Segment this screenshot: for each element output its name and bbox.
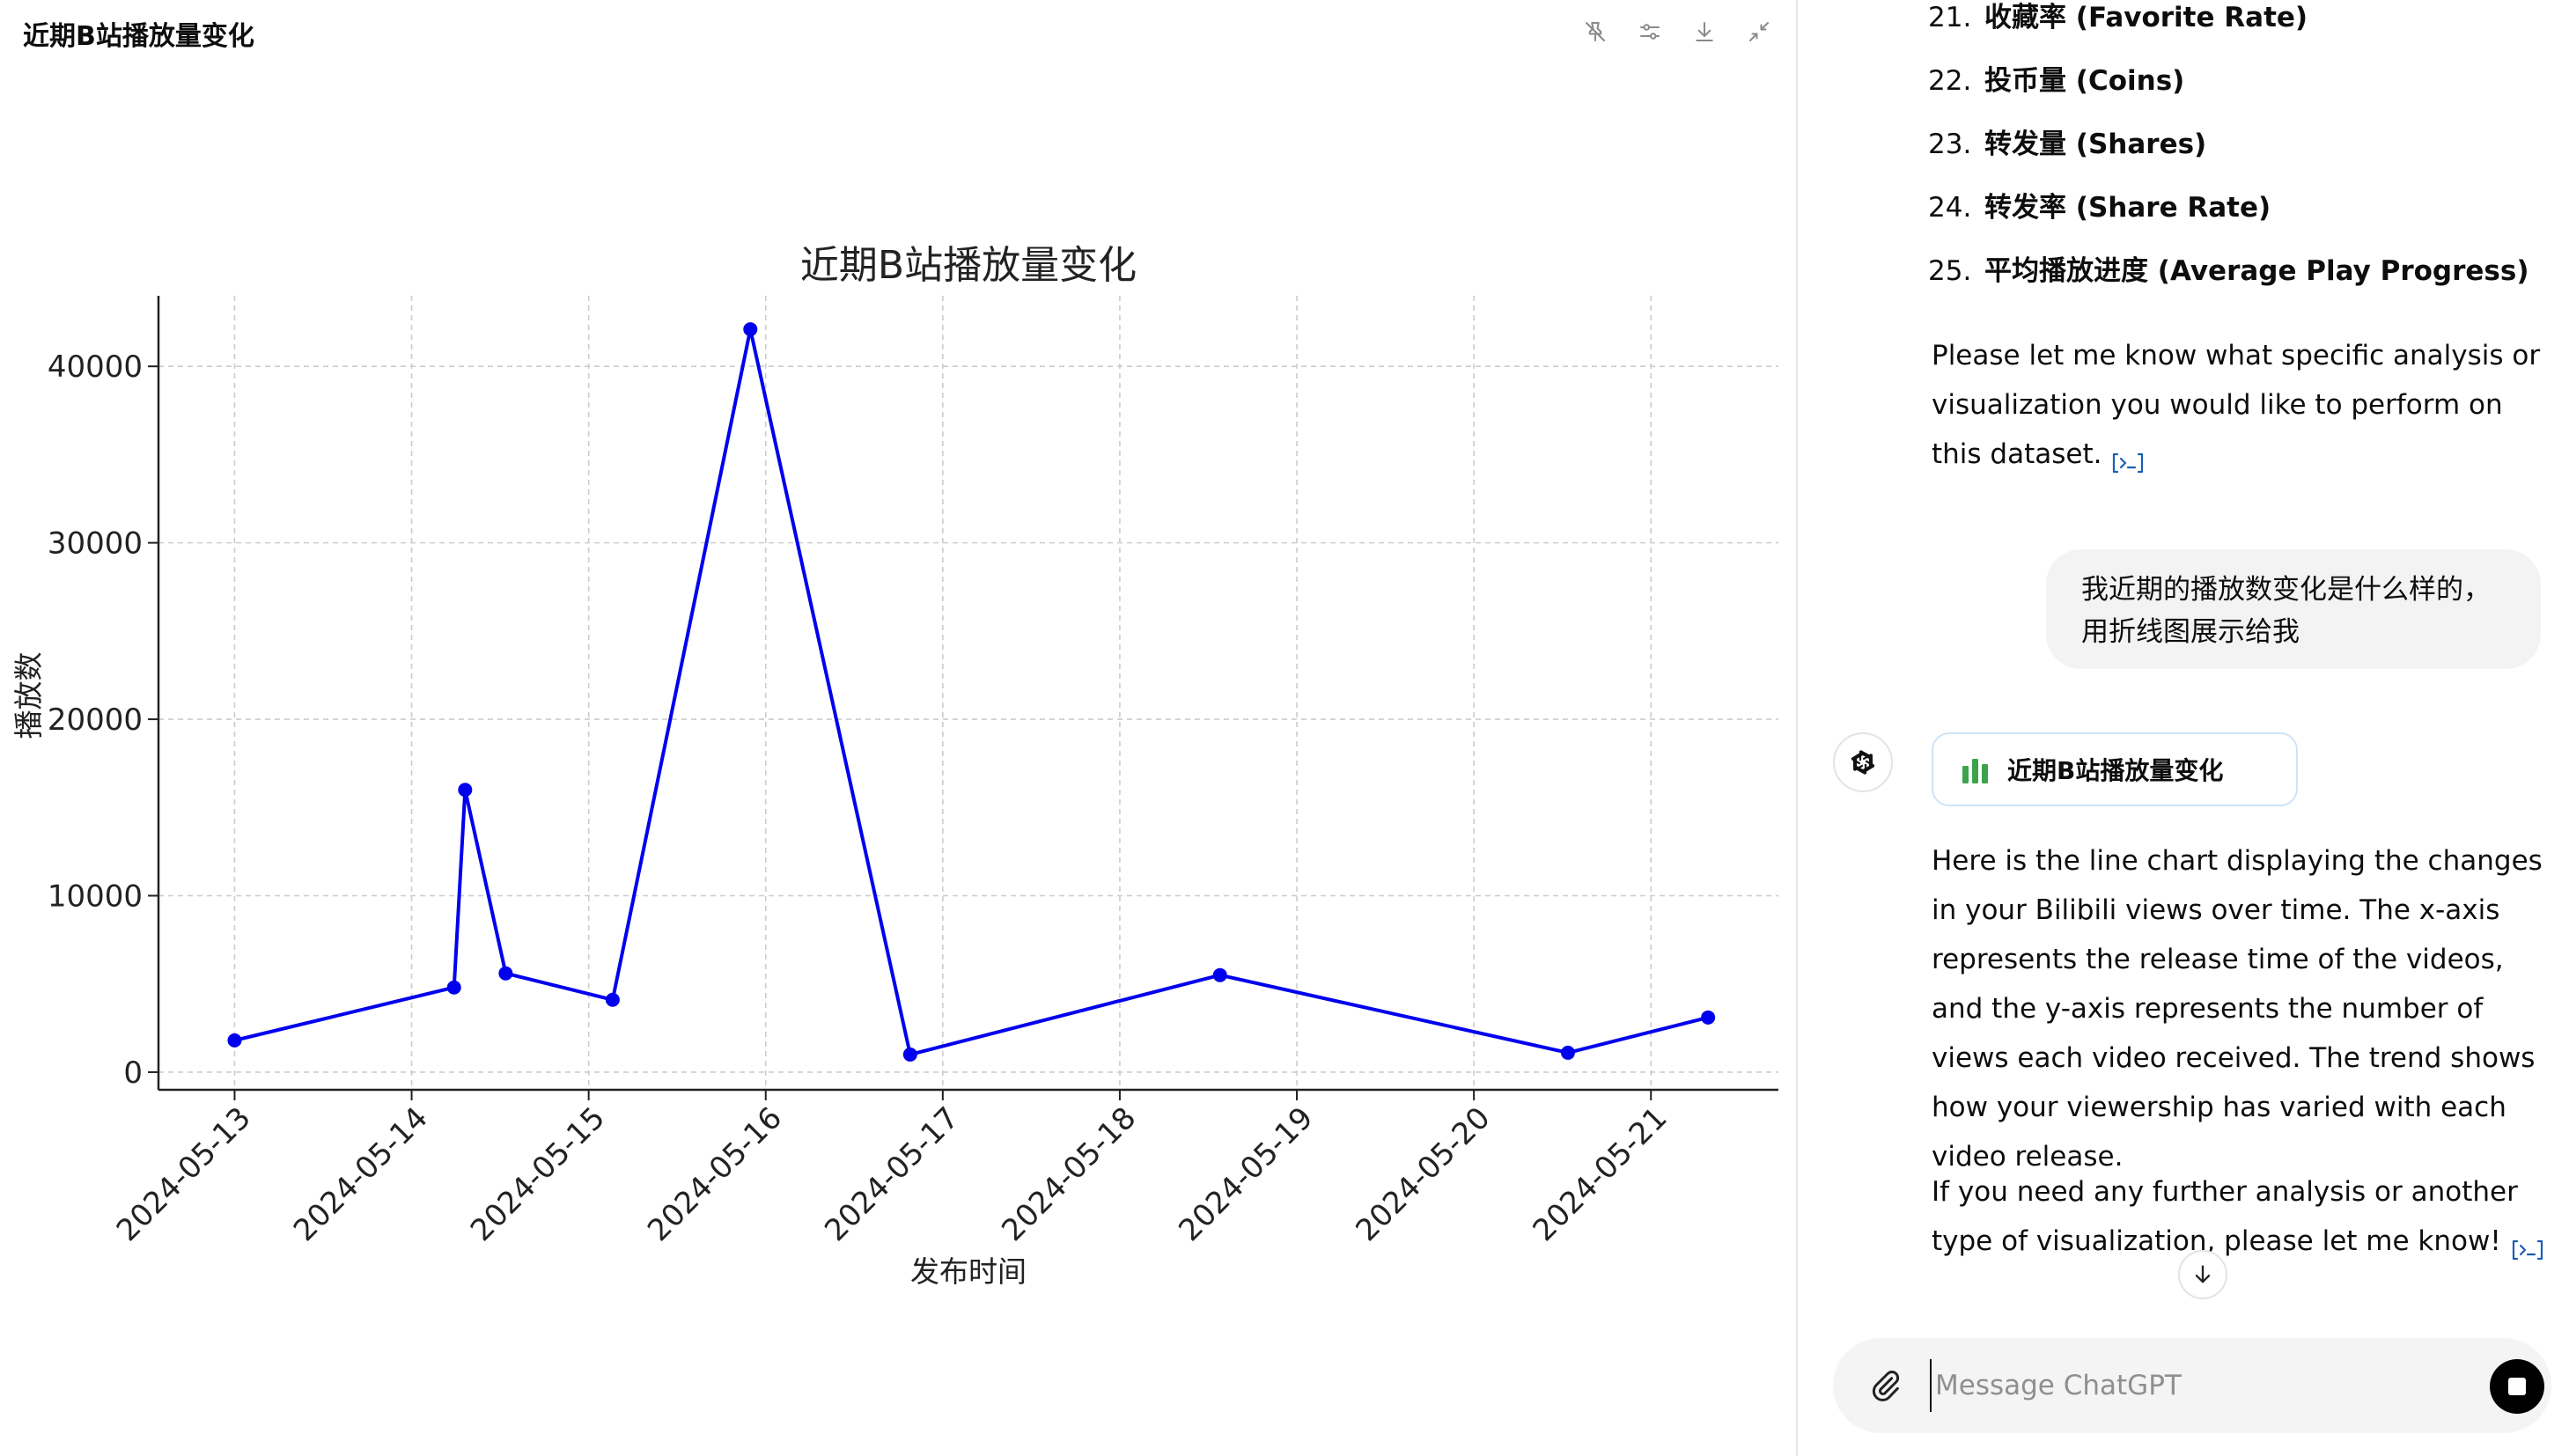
x-tick-label: 2024-05-15 (464, 1100, 612, 1248)
code-citation-icon (2512, 1239, 2543, 1260)
data-point (227, 1033, 242, 1048)
assistant-message-2: Here is the line chart displaying the ch… (1932, 845, 2543, 1173)
y-tick-label: 0 (123, 1055, 143, 1091)
list-item: 22. 投币量 (Coins) (1928, 65, 2185, 97)
line-chart: 近期B站播放量变化 2024-05-13 2024-05-14 2024-05-15… (11, 243, 1778, 1289)
paperclip-icon (1872, 1371, 1900, 1401)
chart-ticks: 2024-05-13 2024-05-14 2024-05-15 2024-05-16… (48, 349, 1675, 1248)
attach-button[interactable] (1865, 1364, 1907, 1407)
chart-card-label: 近期B站播放量变化 (2007, 756, 2224, 785)
chart-grid (158, 296, 1778, 1090)
data-point (458, 783, 473, 798)
openai-logo-icon (1851, 750, 1875, 775)
message-composer (1833, 1338, 2551, 1433)
arrow-down-icon (2195, 1265, 2211, 1283)
assistant-message-1: Please let me know what specific analysi… (1932, 331, 2548, 479)
data-point (902, 1047, 917, 1062)
chart-panel: 近期B站播放量变化 近期B站播放量变化 2024-05-132024-05-1 (0, 0, 1796, 1456)
message-input[interactable] (1930, 1359, 2423, 1412)
data-point (1701, 1010, 1716, 1025)
code-citation-icon (2113, 452, 2144, 473)
chart-attachment-card[interactable]: 近期B站播放量变化 (1932, 732, 2298, 806)
data-point (1560, 1045, 1575, 1060)
x-tick-label: 2024-05-18 (995, 1100, 1143, 1248)
data-point (1212, 967, 1227, 982)
code-citation-button[interactable] (2510, 1230, 2545, 1260)
chart-title: 近期B站播放量变化 (800, 243, 1137, 288)
chart-series (227, 322, 1716, 1062)
data-point (446, 980, 461, 995)
code-citation-button[interactable] (2110, 443, 2146, 473)
bar-chart-icon (1962, 759, 1988, 783)
x-tick-label: 2024-05-14 (287, 1100, 435, 1248)
x-tick-label: 2024-05-13 (110, 1100, 258, 1248)
y-axis-label: 播放数 (11, 652, 46, 739)
user-message-bubble: 我近期的播放数变化是什么样的，用折线图展示给我 (2046, 549, 2541, 669)
x-tick-label: 2024-05-21 (1527, 1100, 1675, 1248)
chart-axes (157, 296, 1778, 1092)
x-tick-label: 2024-05-17 (818, 1100, 966, 1248)
scroll-to-bottom-button[interactable] (2178, 1250, 2227, 1299)
assistant-message-3: If you need any further analysis or anot… (1932, 1167, 2548, 1266)
y-tick-label: 30000 (48, 526, 143, 562)
chat-panel[interactable]: 21. 收藏率 (Favorite Rate) 22. 投币量 (Coins) 23… (1798, 0, 2569, 1456)
data-point (743, 322, 758, 337)
y-tick-label: 10000 (48, 879, 143, 915)
y-tick-label: 20000 (48, 702, 143, 738)
data-point (498, 966, 513, 981)
list-item: 23. 转发量 (Shares) (1928, 129, 2207, 160)
x-tick-label: 2024-05-20 (1349, 1100, 1497, 1248)
stop-generating-button[interactable] (2490, 1359, 2544, 1414)
list-item: 24. 转发率 (Share Rate) (1928, 192, 2271, 224)
series-line (234, 327, 1709, 1056)
list-item: 21. 收藏率 (Favorite Rate) (1928, 2, 2308, 33)
y-tick-label: 40000 (48, 349, 143, 385)
list-item: 25. 平均播放进度 (Average Play Progress) (1928, 255, 2529, 287)
x-axis-label: 发布时间 (910, 1254, 1027, 1289)
data-point (605, 992, 620, 1007)
x-tick-label: 2024-05-16 (641, 1100, 789, 1248)
stop-icon (2508, 1378, 2526, 1395)
x-tick-label: 2024-05-19 (1172, 1100, 1320, 1248)
assistant-avatar (1833, 732, 1893, 792)
